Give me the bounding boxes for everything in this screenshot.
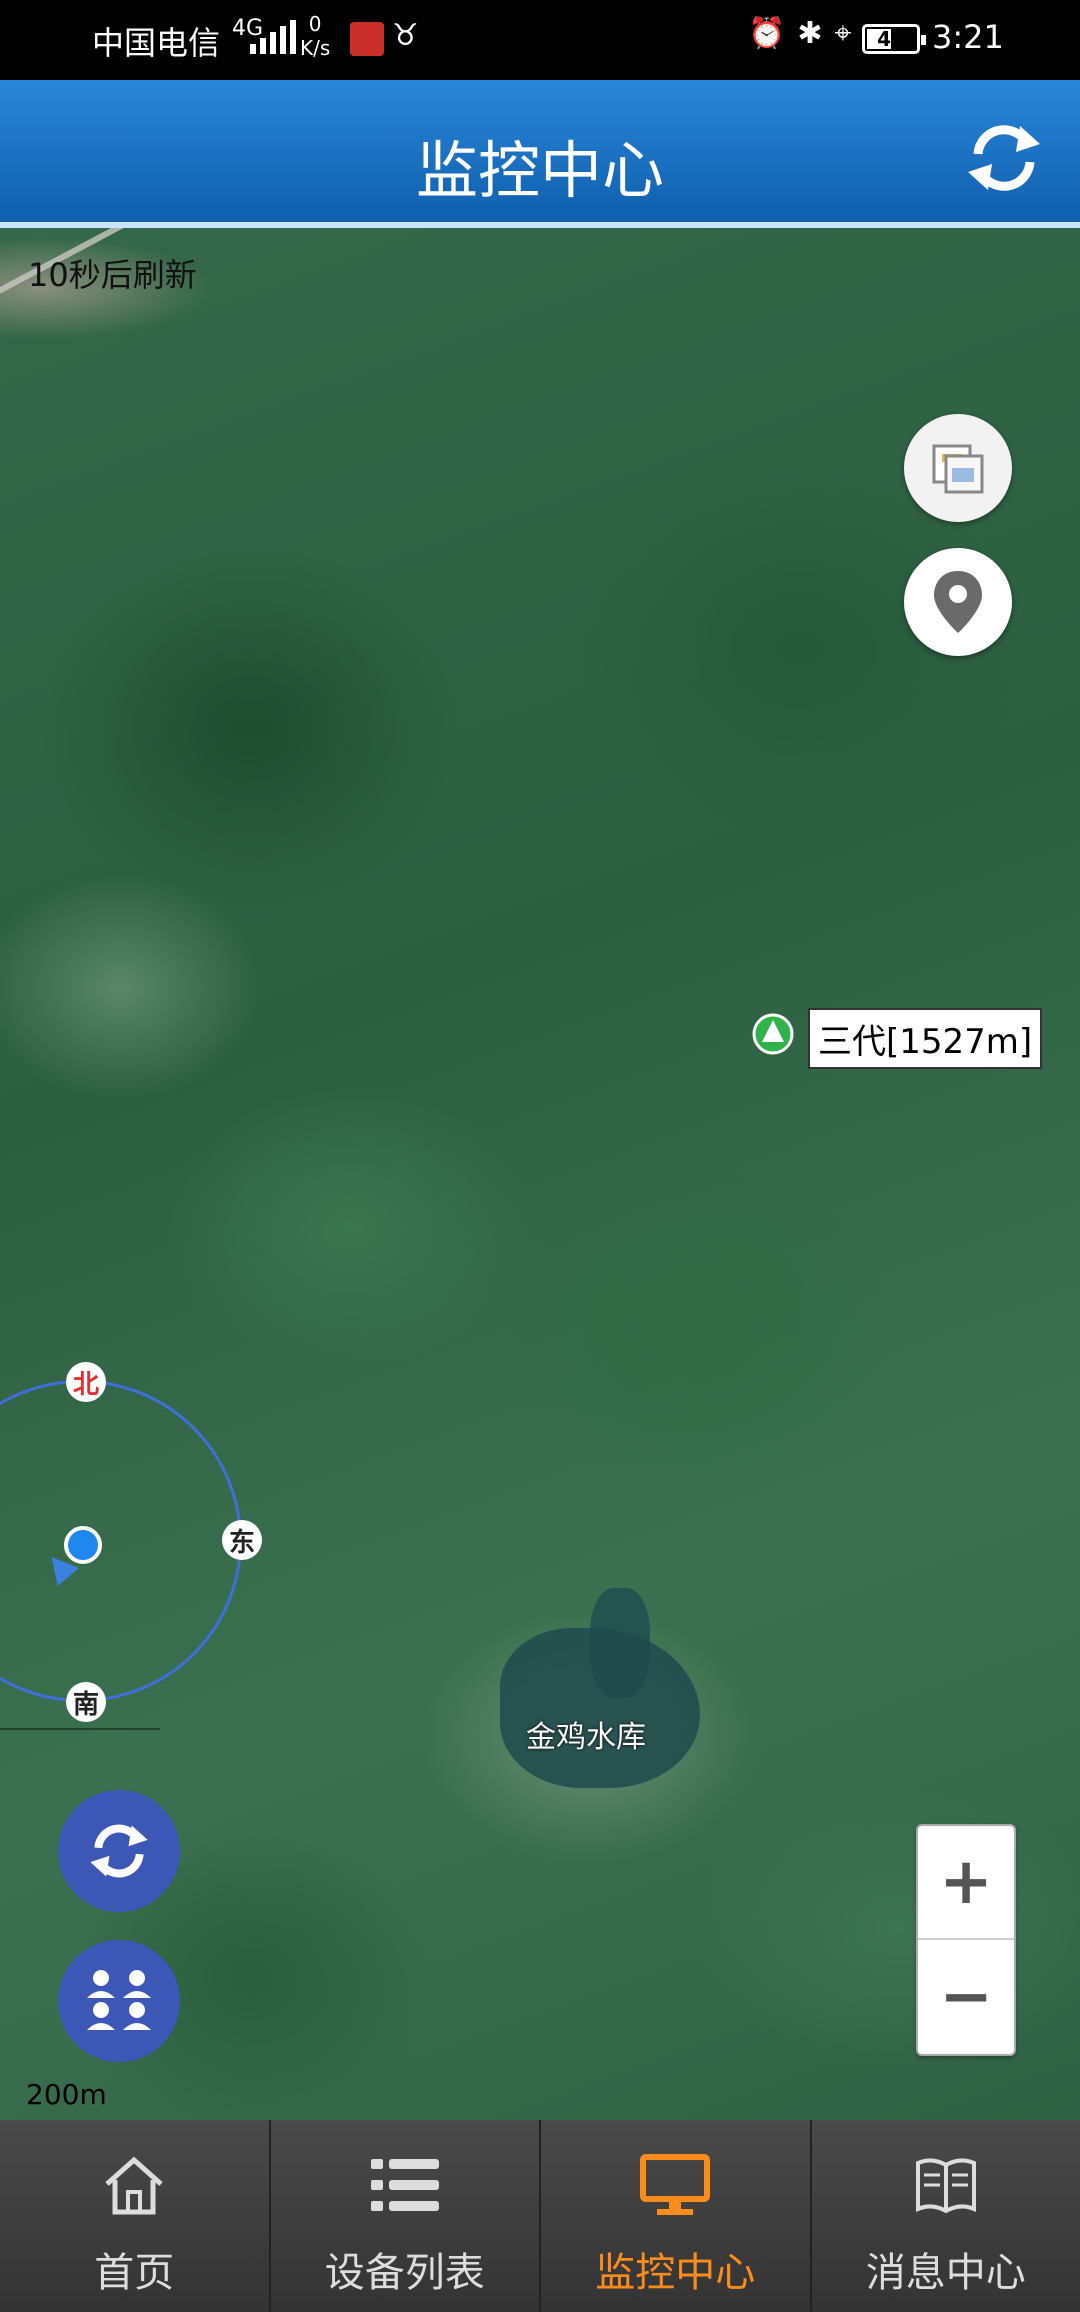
map-pin-icon (934, 571, 982, 633)
map-scale: 200m (26, 2078, 107, 2111)
nav-item-home[interactable]: 首页 (0, 2120, 271, 2312)
bottom-nav: 首页 设备列表 监控中心 消息中心 (0, 2120, 1080, 2312)
network-speed-value: 0 (308, 12, 322, 36)
system-icons: ⏰ ✱ ⌖ (748, 16, 851, 51)
map-reservoir (500, 1628, 700, 1788)
notification-icon: ♉ (392, 18, 419, 53)
zoom-control: + − (916, 1824, 1016, 2056)
alarm-icon: ⏰ (748, 16, 786, 51)
compass-east: 东 (222, 1520, 262, 1560)
nav-label-message-center: 消息中心 (865, 2250, 1026, 2296)
map-layer-button[interactable] (904, 414, 1012, 522)
compass-divider (0, 1728, 160, 1730)
group-members-button[interactable] (58, 1940, 180, 2062)
battery-level: 41 (877, 27, 905, 51)
device-marker-icon (752, 1013, 794, 1055)
zoom-in-button[interactable]: + (918, 1826, 1014, 1940)
nav-label-monitor-center: 监控中心 (595, 2250, 756, 2296)
home-icon (94, 2150, 174, 2220)
device-label[interactable]: 三代[1527m] (808, 1008, 1043, 1069)
monitor-icon (635, 2150, 715, 2220)
group-icon (87, 1970, 151, 2030)
nav-item-monitor-center[interactable]: 监控中心 (541, 2120, 812, 2312)
user-location-dot (64, 1526, 102, 1564)
status-bar: 中国电信 4G 0 K/s ♉ ⏰ ✱ ⌖ 41 3:21 (0, 0, 1080, 80)
compass-ring (0, 1380, 242, 1702)
compass-north: 北 (66, 1362, 106, 1402)
nav-label-home: 首页 (94, 2250, 175, 2296)
bluetooth-icon: ✱ (797, 16, 823, 51)
refresh-countdown: 10秒后刷新 (28, 256, 197, 294)
app-notification-icon (350, 22, 384, 56)
battery-icon: 41 (862, 24, 926, 54)
nav-item-message-center[interactable]: 消息中心 (812, 2120, 1080, 2312)
reservoir-label: 金鸡水库 (526, 1720, 646, 1755)
signal-icon (250, 20, 296, 54)
refresh-icon (968, 125, 1040, 191)
location-icon: ⌖ (834, 16, 852, 51)
page-title: 监控中心 (415, 134, 664, 207)
zoom-out-button[interactable]: − (918, 1940, 1014, 2054)
network-speed: 0 K/s (300, 12, 330, 60)
locate-button[interactable] (904, 548, 1012, 656)
compass-south: 南 (66, 1682, 106, 1722)
network-speed-unit: K/s (300, 36, 331, 60)
carrier-name: 中国电信 (92, 24, 221, 62)
refresh-button[interactable] (960, 114, 1048, 202)
device-marker[interactable] (752, 1012, 794, 1060)
satellite-map[interactable]: 10秒后刷新 三代[1527m] 北 东 南 金鸡水库 + − 200m (0, 228, 1080, 2120)
app-header: 监控中心 (0, 80, 1080, 228)
list-icon (365, 2150, 445, 2220)
layers-icon (932, 444, 984, 494)
refresh-icon (90, 1824, 148, 1878)
map-refresh-button[interactable] (58, 1790, 180, 1912)
clock: 3:21 (932, 18, 1004, 56)
nav-label-device-list: 设备列表 (324, 2250, 485, 2296)
nav-item-device-list[interactable]: 设备列表 (271, 2120, 541, 2312)
book-icon (906, 2150, 986, 2220)
